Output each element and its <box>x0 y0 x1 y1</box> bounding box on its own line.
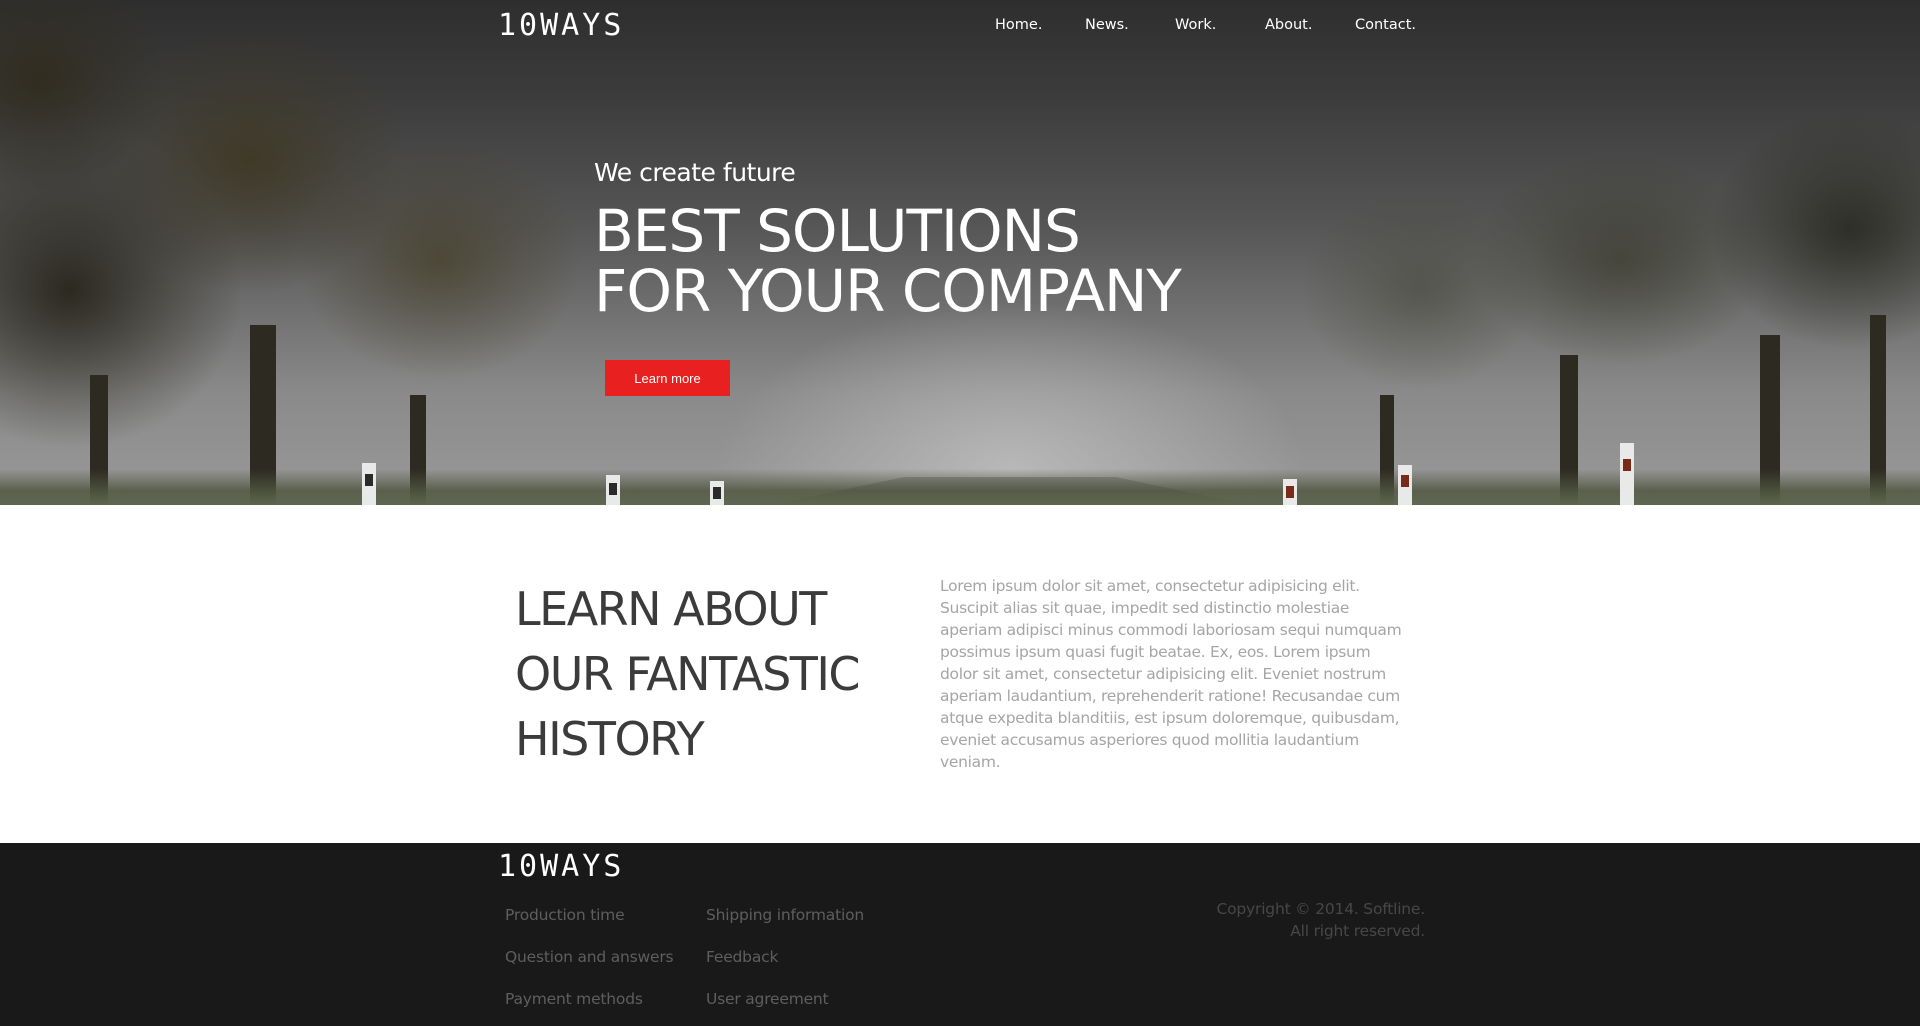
footer-links-column-1: Production time Question and answers Pay… <box>505 906 674 1026</box>
copyright-line1: Copyright © 2014. Softline. <box>1216 900 1426 918</box>
footer-link-shipping-information[interactable]: Shipping information <box>706 906 864 948</box>
about-heading-line3: HISTORY <box>515 712 705 766</box>
about-heading-line2: OUR FANTASTIC <box>515 647 861 701</box>
nav-item-about[interactable]: About. <box>1265 17 1355 33</box>
about-body-text: Lorem ipsum dolor sit amet, consectetur … <box>940 577 1402 771</box>
footer-link-user-agreement[interactable]: User agreement <box>706 990 864 1026</box>
road-post <box>1620 443 1634 505</box>
site-footer: 10WAYS Production time Question and answ… <box>0 843 1920 1026</box>
nav-item-home[interactable]: Home. <box>995 17 1085 33</box>
hero-section: 10WAYS Home. News. Work. About. Contact.… <box>0 0 1920 505</box>
hero-text: We create future BEST SOLUTIONS FOR YOUR… <box>594 158 1182 325</box>
hero-headline-line1: BEST SOLUTIONS <box>594 197 1081 265</box>
footer-link-payment-methods[interactable]: Payment methods <box>505 990 673 1026</box>
about-heading: LEARN ABOUT OUR FANTASTIC HISTORY <box>515 577 861 772</box>
learn-more-button[interactable]: Learn more <box>605 360 730 396</box>
hero-tagline: We create future <box>594 158 796 187</box>
road-post <box>710 481 724 505</box>
footer-link-production-time[interactable]: Production time <box>505 906 673 948</box>
footer-links-column-2: Shipping information Feedback User agree… <box>706 906 864 1026</box>
about-section: LEARN ABOUT OUR FANTASTIC HISTORY Lorem … <box>0 505 1920 843</box>
road-post <box>1398 465 1412 505</box>
nav-item-work[interactable]: Work. <box>1175 17 1265 33</box>
hero-headline-line2: FOR YOUR COMPANY <box>594 257 1182 325</box>
copyright-text: Copyright © 2014. Softline. All right re… <box>1216 898 1426 942</box>
footer-link-feedback[interactable]: Feedback <box>706 948 864 990</box>
site-logo[interactable]: 10WAYS <box>498 8 624 43</box>
hero-headline: BEST SOLUTIONS FOR YOUR COMPANY <box>594 197 1182 325</box>
footer-logo[interactable]: 10WAYS <box>498 849 624 884</box>
main-nav: Home. News. Work. About. Contact. <box>995 17 1416 33</box>
road-post <box>606 475 620 505</box>
footer-link-question-and-answers[interactable]: Question and answers <box>505 948 674 990</box>
road-post <box>362 463 376 505</box>
road-post <box>1283 479 1297 505</box>
nav-item-contact[interactable]: Contact. <box>1355 17 1416 33</box>
nav-item-news[interactable]: News. <box>1085 17 1175 33</box>
copyright-line2: All right reserved. <box>1290 922 1425 940</box>
about-heading-line1: LEARN ABOUT <box>515 582 827 636</box>
